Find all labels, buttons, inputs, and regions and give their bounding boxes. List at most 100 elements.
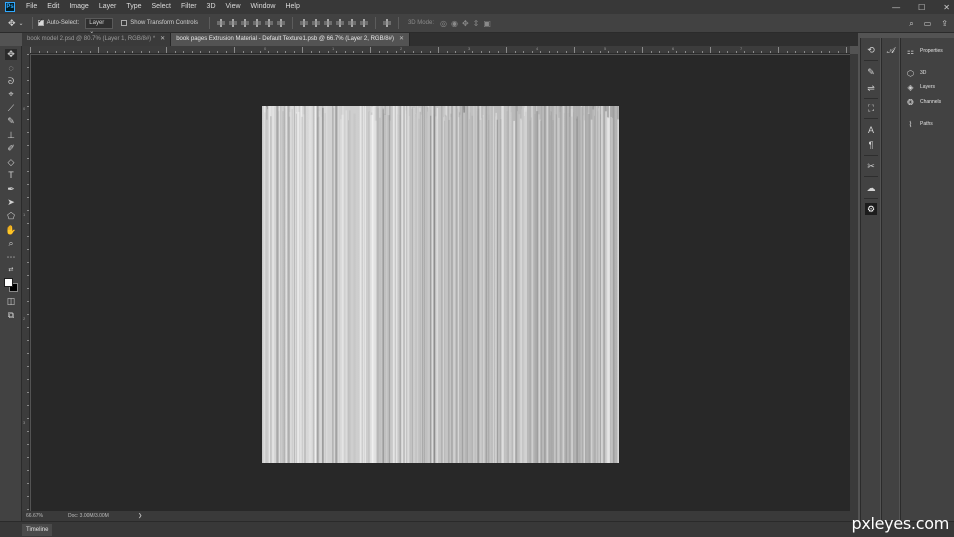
marquee-tool-icon[interactable]: ◌ — [5, 63, 17, 74]
roll-3d-icon[interactable]: ◉ — [451, 19, 458, 28]
libraries-icon[interactable]: ⛶ — [865, 102, 877, 114]
ruler-number: 2 — [23, 316, 26, 321]
vertical-ruler[interactable]: 0 1 2 3 — [22, 54, 30, 511]
properties-panel-button[interactable]: ⚏ Properties — [906, 45, 943, 57]
ruler-tick — [27, 483, 29, 484]
distribute-vcenter-icon[interactable] — [311, 19, 320, 27]
brush-tool-icon[interactable]: ✎ — [5, 116, 17, 127]
gear-icon[interactable]: ⚙ — [865, 203, 877, 215]
move-tool-icon[interactable]: ✥ — [5, 49, 17, 60]
history-panel-icon[interactable]: ⟲ — [865, 44, 877, 56]
close-icon[interactable]: ✕ — [160, 33, 165, 46]
menu-image[interactable]: Image — [64, 0, 93, 14]
character-panel-icon[interactable]: A — [865, 124, 877, 136]
adjustments-icon[interactable]: ⇌ — [865, 82, 877, 94]
tab-book-model[interactable]: book model 2.psd @ 80.7% (Layer 1, RGB/8… — [22, 33, 172, 46]
ruler-tick — [803, 51, 805, 53]
ruler-origin[interactable] — [22, 46, 30, 54]
quick-mask-icon[interactable]: ◫ — [5, 296, 17, 307]
lasso-tool-icon[interactable]: ᘐ — [5, 76, 17, 87]
texture-streak — [424, 106, 426, 463]
menu-file[interactable]: File — [21, 0, 42, 14]
menu-type[interactable]: Type — [121, 0, 146, 14]
drag-3d-icon[interactable]: ✥ — [462, 19, 469, 28]
auto-align-layers-icon[interactable] — [382, 19, 391, 27]
menu-3d[interactable]: 3D — [202, 0, 221, 14]
layers-panel-button[interactable]: ◈ Layers — [906, 81, 935, 93]
texture-streak — [471, 115, 473, 463]
creative-cloud-icon[interactable]: ☁ — [865, 182, 877, 194]
path-select-tool-icon[interactable]: ➤ — [5, 197, 17, 208]
vertical-scrollbar[interactable] — [850, 54, 858, 511]
minimize-button[interactable]: — — [892, 3, 900, 12]
eraser-tool-icon[interactable]: ◇ — [5, 157, 17, 168]
ruler-tick — [404, 51, 405, 53]
pen-tool-icon[interactable]: ✒ — [5, 184, 17, 195]
stamp-tool-icon[interactable]: ⊥ — [5, 130, 17, 141]
orbit-3d-icon[interactable]: ◎ — [440, 19, 447, 28]
search-icon[interactable]: ⌕ — [909, 19, 913, 29]
share-icon[interactable]: ⇪ — [941, 19, 948, 28]
glyphs-panel-icon[interactable]: 𝒜 — [885, 44, 897, 56]
ruler-tick — [302, 47, 303, 53]
distribute-top-icon[interactable] — [299, 19, 308, 27]
align-top-edges-icon[interactable] — [216, 19, 225, 27]
shape-tool-icon[interactable]: ⬠ — [5, 211, 17, 222]
scale-3d-icon[interactable]: ▣ — [483, 19, 491, 28]
screen-mode-icon[interactable]: ⧉ — [5, 310, 17, 321]
align-left-edges-icon[interactable] — [252, 19, 261, 27]
close-icon[interactable]: ✕ — [399, 33, 404, 46]
menu-select[interactable]: Select — [147, 0, 176, 14]
zoom-tool-icon[interactable]: ⌕ — [5, 238, 17, 249]
zoom-level[interactable]: 66.67% — [26, 513, 68, 519]
checkbox-unchecked-icon[interactable] — [121, 20, 128, 26]
distribute-hcenter-icon[interactable] — [347, 19, 356, 27]
more-tools-icon[interactable]: ⋯ — [5, 252, 17, 263]
document-canvas[interactable] — [262, 106, 619, 463]
workspace-icon[interactable]: ▭ — [924, 19, 932, 28]
swap-colors-icon[interactable]: ⇄ — [5, 265, 17, 276]
align-right-edges-icon[interactable] — [276, 19, 285, 27]
slide-3d-icon[interactable]: ⇕ — [473, 19, 480, 28]
show-transform-controls-checkbox[interactable]: Show Transform Controls — [121, 20, 198, 26]
texture-streak — [573, 112, 574, 463]
menu-filter[interactable]: Filter — [176, 0, 202, 14]
quick-select-tool-icon[interactable]: ⌖ — [5, 89, 17, 100]
tool-presets-icon[interactable]: ✂ — [865, 160, 877, 172]
menu-help[interactable]: Help — [280, 0, 304, 14]
move-tool-icon[interactable]: ✥ — [8, 18, 16, 29]
paths-panel-button[interactable]: ⌇ Paths — [906, 118, 933, 130]
align-bottom-edges-icon[interactable] — [240, 19, 249, 27]
tab-book-pages[interactable]: book pages Extrusion Material - Default … — [171, 33, 410, 46]
foreground-color-swatch[interactable] — [4, 278, 13, 287]
paragraph-panel-icon[interactable]: ¶ — [865, 139, 877, 151]
ruler-tick — [27, 366, 29, 367]
status-menu-arrow-icon[interactable]: ❯ — [138, 513, 142, 519]
3d-panel-button[interactable]: ⬡ 3D — [906, 67, 926, 79]
channels-panel-button[interactable]: ❂ Channels — [906, 96, 941, 108]
distribute-bottom-icon[interactable] — [323, 19, 332, 27]
type-tool-icon[interactable]: T — [5, 170, 17, 181]
align-horizontal-centers-icon[interactable] — [264, 19, 273, 27]
menu-layer[interactable]: Layer — [94, 0, 122, 14]
photoshop-logo-icon[interactable]: Ps — [5, 2, 15, 12]
hand-tool-icon[interactable]: ✋ — [5, 225, 17, 236]
distribute-left-icon[interactable] — [335, 19, 344, 27]
brush-settings-icon[interactable]: ✎ — [865, 66, 877, 78]
chevron-down-icon[interactable]: ⌄ — [19, 20, 24, 27]
horizontal-ruler[interactable]: 0 1 2 3 4 5 6 7 — [30, 46, 850, 54]
timeline-tab[interactable]: Timeline — [22, 524, 53, 536]
menu-view[interactable]: View — [221, 0, 246, 14]
ruler-tick — [786, 51, 788, 53]
align-vertical-centers-icon[interactable] — [228, 19, 237, 27]
menu-edit[interactable]: Edit — [42, 0, 64, 14]
auto-select-target-dropdown[interactable]: Layer ⌄ — [85, 17, 114, 35]
history-brush-tool-icon[interactable]: ✐ — [5, 143, 17, 154]
checkbox-checked-icon[interactable] — [37, 17, 44, 26]
maximize-button[interactable]: ☐ — [918, 3, 925, 12]
auto-select-checkbox[interactable]: Auto-Select: — [37, 17, 79, 26]
eyedropper-tool-icon[interactable]: ⟋ — [5, 103, 17, 114]
distribute-right-icon[interactable] — [359, 19, 368, 27]
menu-window[interactable]: Window — [246, 0, 281, 14]
close-window-button[interactable]: ✕ — [943, 3, 950, 12]
